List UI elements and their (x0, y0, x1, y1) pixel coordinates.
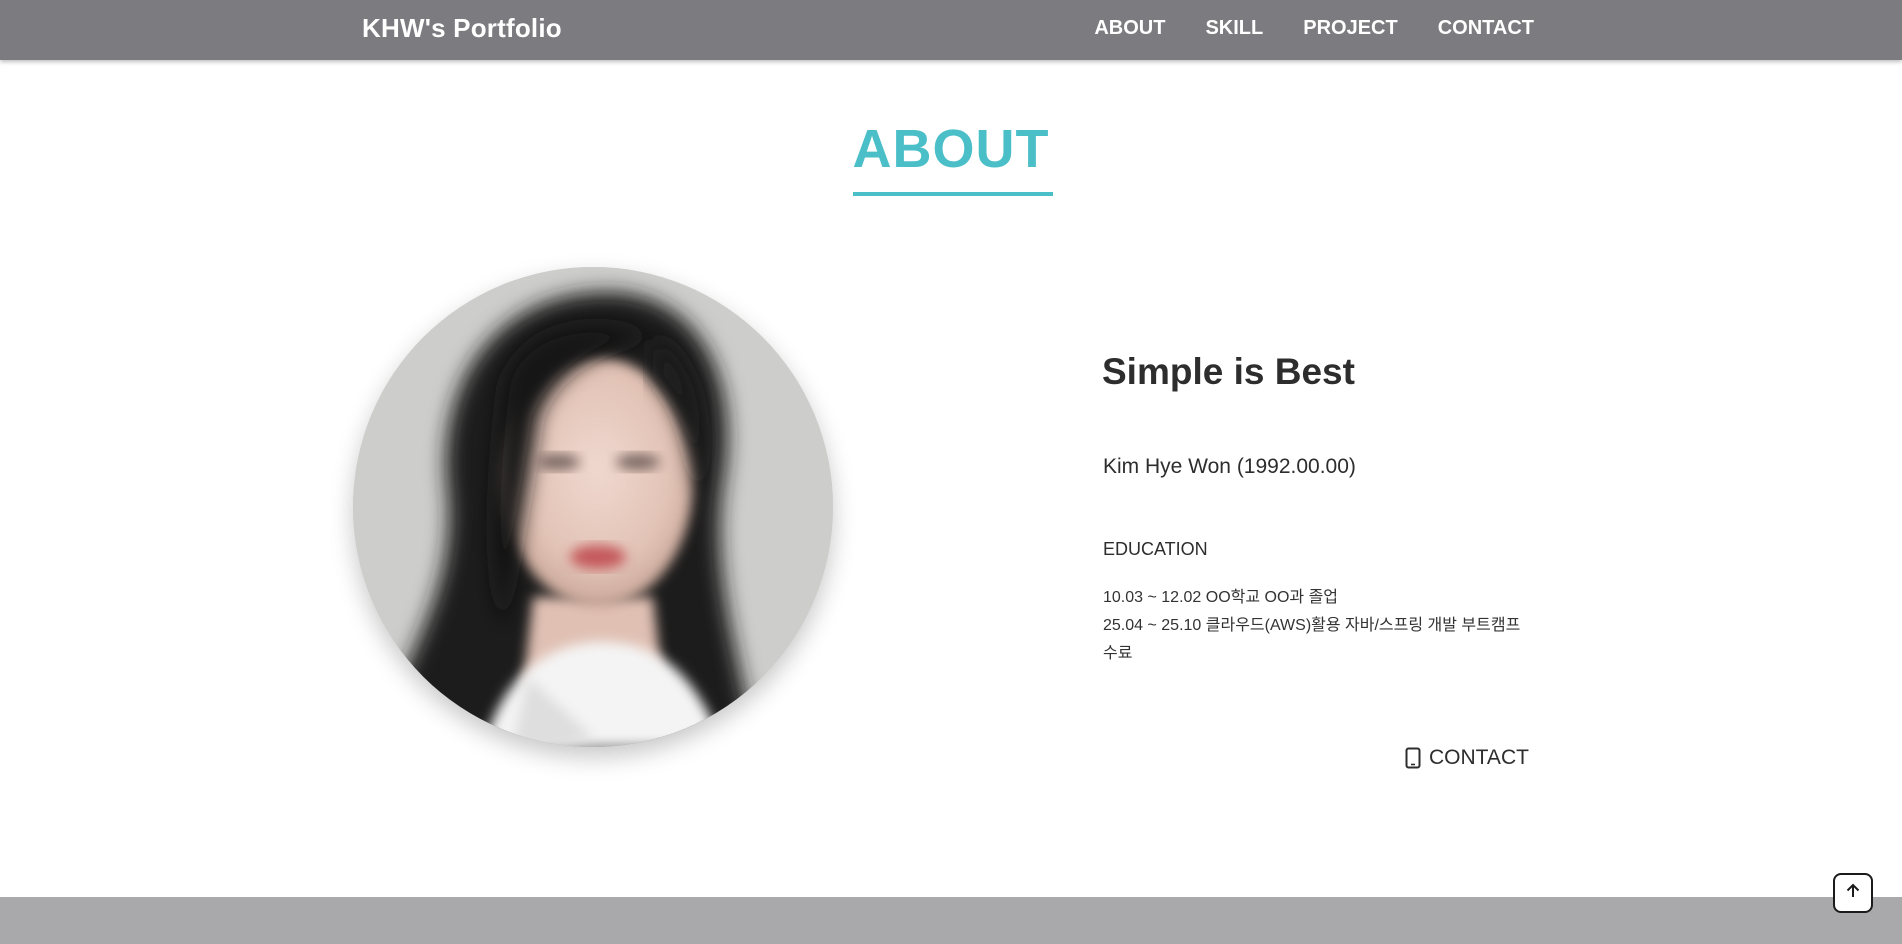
arrow-up-icon (1843, 881, 1863, 905)
education-list: 10.03 ~ 12.02 OO학교 OO과 졸업 25.04 ~ 25.10 … (1103, 584, 1523, 668)
nav-link-contact[interactable]: CONTACT (1438, 17, 1534, 40)
profile-photo-image (353, 267, 833, 747)
top-nav-bar: KHW's Portfolio ABOUT SKILL PROJECT CONT… (0, 0, 1902, 60)
education-item: 10.03 ~ 12.02 OO학교 OO과 졸업 (1103, 589, 1339, 606)
person-name-birth: Kim Hye Won (1992.00.00) (1103, 455, 1356, 478)
nav-link-about[interactable]: ABOUT (1094, 17, 1165, 40)
education-item: 수료 (1103, 645, 1133, 662)
section-title: ABOUT (852, 119, 1050, 179)
about-headline: Simple is Best (1102, 351, 1355, 392)
nav-link-skill[interactable]: SKILL (1205, 17, 1263, 40)
section-title-underline (853, 192, 1053, 196)
contact-link-label: CONTACT (1429, 746, 1529, 769)
brand-logo[interactable]: KHW's Portfolio (362, 13, 562, 44)
contact-link[interactable]: CONTACT (1405, 746, 1529, 770)
education-item: 25.04 ~ 25.10 클라우드(AWS)활용 자바/스프링 개발 부트캠프 (1103, 617, 1521, 634)
nav-link-project[interactable]: PROJECT (1303, 17, 1397, 40)
footer-band (0, 897, 1902, 944)
phone-icon (1405, 747, 1421, 769)
main-nav: ABOUT SKILL PROJECT CONTACT (1094, 17, 1534, 40)
profile-photo (353, 267, 833, 747)
education-title: EDUCATION (1103, 539, 1208, 559)
scroll-to-top-button[interactable] (1833, 873, 1873, 913)
